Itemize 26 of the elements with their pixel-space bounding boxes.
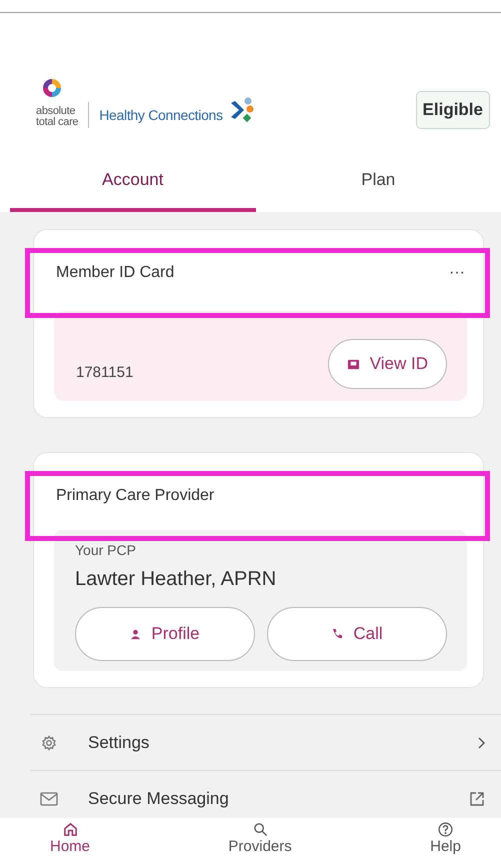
- external-link-icon: [469, 790, 485, 806]
- program-name: Healthy Connections: [99, 107, 223, 123]
- profile-button[interactable]: Profile: [75, 607, 255, 661]
- provider-name: Lawter Heather, APRN: [75, 568, 278, 591]
- brand-name: absolute total care: [36, 106, 78, 128]
- nav-tab[interactable]: Help: [430, 818, 461, 865]
- card-title: Member ID Card: [55, 264, 174, 282]
- call-button[interactable]: Call: [267, 607, 447, 661]
- home-icon: [62, 822, 78, 837]
- menu-item[interactable]: Settings: [30, 715, 501, 771]
- help-icon: [438, 822, 454, 837]
- phone-icon: [331, 628, 344, 640]
- status-badge: Eligible: [416, 91, 490, 129]
- search-icon: [252, 822, 268, 837]
- card-title: Primary Care Provider: [55, 486, 214, 504]
- member-id: 1781151: [76, 364, 134, 383]
- program-logo-icon: [228, 97, 255, 123]
- view-id-button[interactable]: View ID: [328, 339, 447, 389]
- logo-mark-icon: [42, 78, 62, 98]
- chevron-icon: [477, 736, 485, 748]
- id-card-icon: [346, 358, 360, 370]
- nav-tab[interactable]: Home: [50, 818, 90, 865]
- nav-tab[interactable]: Providers: [228, 818, 292, 865]
- more-button[interactable]: ···: [449, 264, 465, 282]
- pcp-caption: Your PCP: [75, 542, 137, 558]
- person-icon: [130, 628, 142, 640]
